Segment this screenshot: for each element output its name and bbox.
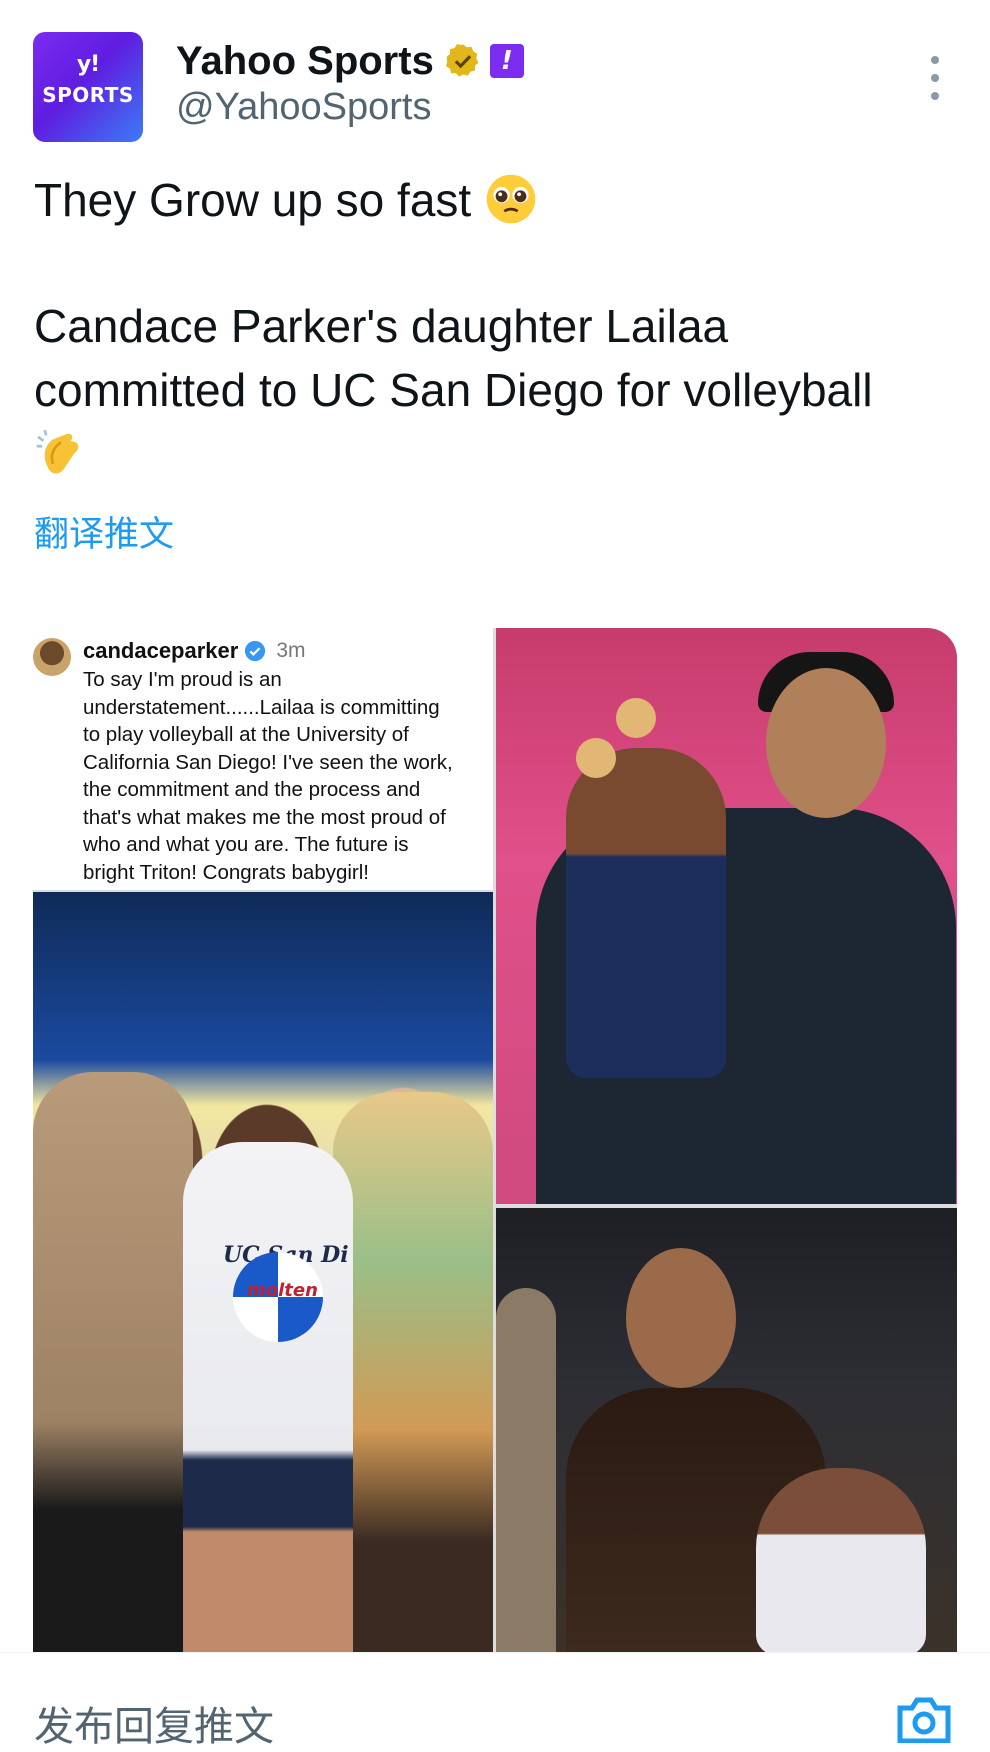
avatar-logo-bottom: SPORTS	[42, 83, 134, 107]
photo-olympics	[496, 628, 957, 1204]
user-handle[interactable]: @YahooSports	[176, 86, 431, 129]
ig-caption-line: to play volleyball at the University of	[83, 723, 409, 746]
ig-caption-line: To say I'm proud is an	[83, 668, 282, 691]
photo-background-person	[496, 1288, 556, 1655]
ig-verified-icon	[245, 640, 266, 662]
affiliate-badge-icon[interactable]: !	[489, 44, 524, 78]
verified-gold-icon[interactable]	[444, 42, 482, 80]
photo-child	[566, 748, 726, 1078]
display-name[interactable]: Yahoo Sports	[176, 39, 434, 84]
ig-user-row: candaceparker 3m	[83, 638, 306, 664]
ig-caption-text: To say I'm proud is an understatement...…	[83, 666, 488, 886]
hair-flower	[616, 698, 656, 738]
ig-caption-line: that's what makes me the most proud of	[83, 805, 446, 829]
ig-avatar	[33, 638, 71, 676]
photo-courtside	[496, 1208, 957, 1655]
ig-time: 3m	[276, 639, 306, 662]
ig-caption-line: California San Diego! I've seen the work…	[83, 750, 453, 774]
photo-face	[766, 668, 886, 818]
tweet-body-line2: committed to UC San Diego for volleyball	[34, 364, 873, 416]
avatar-logo-top: y!	[76, 52, 100, 77]
camera-icon[interactable]	[896, 1696, 952, 1743]
ig-username: candaceparker	[83, 638, 239, 663]
tweet-media-collage[interactable]: candaceparker 3m To say I'm proud is an …	[33, 628, 957, 1655]
ig-caption-line: who and what you are. The future is	[83, 833, 409, 856]
photo-face	[626, 1248, 736, 1388]
yahoo-sports-avatar[interactable]: y! SPORTS	[33, 32, 143, 142]
tweet-header: y! SPORTS Yahoo Sports ! @YahooSports	[0, 0, 990, 160]
tweet-headline: They Grow up so fast	[34, 174, 472, 226]
tweet-body: Candace Parker's daughter Lailaa committ…	[34, 294, 964, 486]
hair-flower	[576, 738, 616, 778]
tweet-body-line1: Candace Parker's daughter Lailaa	[34, 300, 729, 352]
reply-input[interactable]: 发布回复推文	[34, 1694, 274, 1752]
ig-caption-line: bright Triton! Congrats babygirl!	[83, 860, 369, 884]
ball-brand: molten	[247, 1280, 318, 1301]
tweet-text-line1: They Grow up so fast	[34, 168, 964, 232]
photo-person-center: UC San Di 5	[183, 1142, 353, 1655]
pleading-face-emoji	[486, 174, 536, 224]
photo-baby	[756, 1468, 926, 1655]
translate-tweet-link[interactable]: 翻译推文	[34, 506, 174, 557]
volleyball: molten	[233, 1252, 323, 1342]
photo-person-left	[33, 1072, 193, 1655]
name-row: Yahoo Sports !	[176, 36, 524, 86]
photo-person-right	[333, 1092, 493, 1655]
ig-caption-line: understatement......Lailaa is committing	[83, 695, 440, 719]
photo-commitment: UC San Di 5 molten	[33, 892, 493, 1655]
ig-caption-line: the commitment and the process and	[83, 778, 421, 801]
clapping-hands-emoji	[36, 429, 79, 474]
more-options-icon[interactable]	[920, 56, 950, 100]
instagram-caption-panel: candaceparker 3m To say I'm proud is an …	[33, 628, 493, 890]
